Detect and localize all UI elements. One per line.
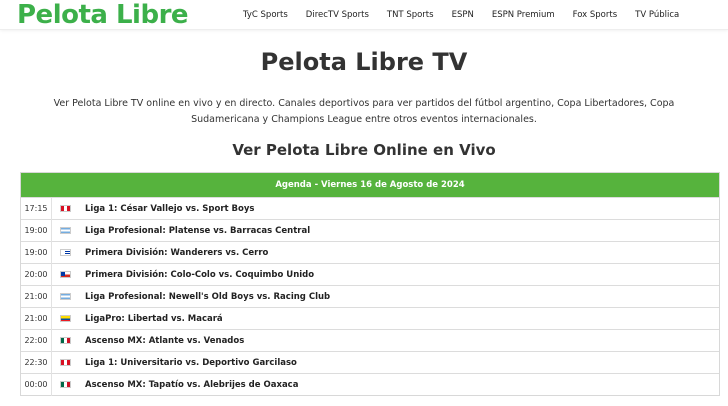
event-match: Liga Profesional: Platense vs. Barracas … [85, 225, 311, 236]
event-match: Primera División: Wanderers vs. Cerro [85, 247, 269, 258]
event-match: Primera División: Colo-Colo vs. Coquimbo… [85, 269, 315, 280]
event-time: 22:00 [24, 336, 48, 345]
event-match: Liga 1: César Vallejo vs. Sport Boys [85, 203, 255, 214]
event-row[interactable]: 22:30 Liga 1: Universitario vs. Deportiv… [21, 351, 719, 374]
divider [51, 307, 52, 330]
site-logo[interactable]: Pelota Libre [17, 0, 189, 30]
page-description: Ver Pelota Libre TV online en vivo y en … [53, 98, 675, 125]
nav-link-directv-sports[interactable]: DirecTV Sports [306, 10, 369, 20]
main-nav: TyC Sports DirecTV Sports TNT Sports ESP… [243, 0, 697, 30]
nav-link-espn[interactable]: ESPN [452, 10, 474, 20]
event-time: 20:00 [24, 270, 48, 279]
event-time: 19:00 [24, 226, 48, 235]
nav-link-espn-premium[interactable]: ESPN Premium [492, 10, 555, 20]
peru-flag-icon [60, 359, 71, 366]
agenda-table: Agenda - Viernes 16 de Agosto de 2024 17… [20, 172, 720, 396]
argentina-flag-icon [60, 227, 71, 234]
event-match: Liga Profesional: Newell's Old Boys vs. … [85, 291, 331, 302]
event-match: LigaPro: Libertad vs. Macará [85, 313, 223, 324]
divider [51, 329, 52, 352]
divider [51, 285, 52, 308]
chile-flag-icon [60, 271, 71, 278]
argentina-flag-icon [60, 293, 71, 300]
section-title: Ver Pelota Libre Online en Vivo [232, 141, 496, 159]
page-title: Pelota Libre TV [260, 48, 468, 76]
event-match: Ascenso MX: Tapatío vs. Alebrijes de Oax… [85, 379, 299, 390]
site-header: Pelota Libre TyC Sports DirecTV Sports T… [0, 0, 728, 30]
divider [51, 219, 52, 242]
event-match: Liga 1: Universitario vs. Deportivo Garc… [85, 357, 297, 368]
event-row[interactable]: 21:00 LigaPro: Libertad vs. Macará [21, 307, 719, 330]
event-row[interactable]: 19:00 Primera División: Wanderers vs. Ce… [21, 241, 719, 264]
event-row[interactable]: 21:00 Liga Profesional: Newell's Old Boy… [21, 285, 719, 308]
nav-link-tnt-sports[interactable]: TNT Sports [387, 10, 434, 20]
agenda-header: Agenda - Viernes 16 de Agosto de 2024 [21, 173, 719, 197]
event-row[interactable]: 17:15 Liga 1: César Vallejo vs. Sport Bo… [21, 197, 719, 220]
event-time: 21:00 [24, 314, 48, 323]
event-time: 19:00 [24, 248, 48, 257]
divider [51, 263, 52, 286]
uruguay-flag-icon [60, 249, 71, 256]
event-time: 17:15 [24, 204, 48, 213]
event-match: Ascenso MX: Atlante vs. Venados [85, 335, 245, 346]
mexico-flag-icon [60, 381, 71, 388]
mexico-flag-icon [60, 337, 71, 344]
nav-link-tv-publica[interactable]: TV Pública [635, 10, 679, 20]
event-time: 00:00 [24, 380, 48, 389]
divider [51, 241, 52, 264]
event-time: 22:30 [24, 358, 48, 367]
event-time: 21:00 [24, 292, 48, 301]
divider [51, 373, 52, 396]
peru-flag-icon [60, 205, 71, 212]
event-row[interactable]: 19:00 Liga Profesional: Platense vs. Bar… [21, 219, 719, 242]
divider [51, 351, 52, 374]
event-row[interactable]: 20:00 Primera División: Colo-Colo vs. Co… [21, 263, 719, 286]
event-row[interactable]: 22:00 Ascenso MX: Atlante vs. Venados [21, 329, 719, 352]
ecuador-flag-icon [60, 315, 71, 322]
nav-link-tyc-sports[interactable]: TyC Sports [243, 10, 288, 20]
nav-link-fox-sports[interactable]: Fox Sports [573, 10, 618, 20]
divider [51, 197, 52, 220]
event-row[interactable]: 00:00 Ascenso MX: Tapatío vs. Alebrijes … [21, 373, 719, 396]
